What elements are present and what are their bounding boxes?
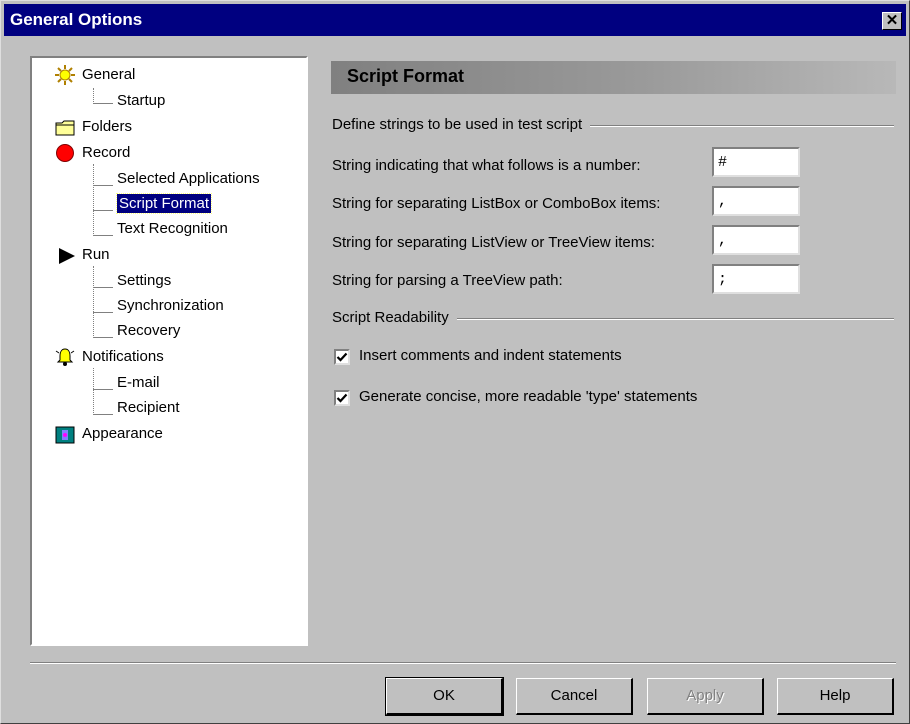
record-icon (55, 143, 75, 163)
tree-item-label: Synchronization (117, 297, 224, 314)
tree-connector (93, 164, 94, 236)
tree-item-label: Recipient (117, 399, 180, 416)
tree-item-label: Record (82, 144, 131, 161)
cancel-button-label: Cancel (550, 687, 598, 704)
tree-item-label: Folders (82, 118, 133, 135)
bottom-separator (30, 662, 896, 664)
cancel-button[interactable]: Cancel (516, 678, 633, 715)
appearance-icon (55, 425, 75, 445)
insert-comments-label: Insert comments and indent statements (359, 347, 622, 364)
tree-item-startup[interactable]: Startup (117, 90, 165, 112)
close-icon: ✕ (885, 12, 899, 29)
panel-header: Script Format (331, 61, 896, 94)
tree-connector (93, 368, 94, 415)
tree-item-folders[interactable]: Folders (55, 116, 132, 138)
apply-button[interactable]: Apply (647, 678, 764, 715)
concise-type-checkbox[interactable] (334, 390, 350, 406)
tree-connector (93, 103, 113, 104)
concise-type-checkbox-row[interactable]: Generate concise, more readable 'type' s… (334, 388, 774, 410)
tree-item-synchronization[interactable]: Synchronization (117, 295, 224, 317)
tree-item-run[interactable]: Run (55, 244, 110, 266)
options-tree[interactable]: General Startup Folders Record Selected … (30, 56, 308, 646)
concise-type-label: Generate concise, more readable 'type' s… (359, 388, 698, 405)
tree-connector (93, 414, 113, 415)
treeview-path-input[interactable] (712, 264, 800, 294)
tree-connector (93, 235, 113, 236)
apply-button-label: Apply (686, 687, 724, 704)
tree-item-label: Recovery (117, 322, 181, 339)
insert-comments-checkbox-row[interactable]: Insert comments and indent statements (334, 347, 734, 369)
section-script-readability: Script Readability (332, 309, 457, 326)
tree-item-selected-applications[interactable]: Selected Applications (117, 168, 260, 190)
tree-item-recipient[interactable]: Recipient (117, 397, 180, 419)
close-button[interactable]: ✕ (882, 12, 902, 30)
insert-comments-checkbox[interactable] (334, 349, 350, 365)
ok-button-label: OK (433, 687, 455, 704)
tree-item-script-format[interactable]: Script Format (115, 193, 213, 215)
tree-item-label: Settings (117, 272, 172, 289)
tree-connector (93, 88, 94, 104)
tree-item-settings[interactable]: Settings (117, 270, 171, 292)
treeview-path-label: String for parsing a TreeView path: (332, 272, 563, 289)
tree-connector (93, 337, 113, 338)
tree-item-label: Startup (117, 92, 166, 109)
tree-item-label: Appearance (82, 425, 163, 442)
tree-item-label: Script Format (115, 193, 213, 214)
folder-icon (55, 118, 75, 138)
tree-connector (93, 287, 113, 288)
tree-item-label: General (82, 66, 136, 83)
tree-item-appearance[interactable]: Appearance (55, 423, 163, 445)
section-define-strings: Define strings to be used in test script (332, 116, 591, 133)
checkmark-icon (336, 352, 348, 362)
play-icon (57, 246, 77, 266)
tree-item-general[interactable]: General (55, 64, 135, 86)
ok-button[interactable]: OK (385, 677, 504, 716)
listbox-separator-label: String for separating ListBox or ComboBo… (332, 195, 661, 212)
tree-item-recovery[interactable]: Recovery (117, 320, 180, 342)
tree-item-label: Selected Applications (117, 170, 260, 187)
number-string-input[interactable] (712, 147, 800, 177)
tree-connector (93, 185, 113, 186)
tree-item-label: E-mail (117, 374, 160, 391)
window-title: General Options (10, 10, 143, 29)
panel-title: Script Format (347, 66, 465, 86)
tree-item-text-recognition[interactable]: Text Recognition (117, 218, 228, 240)
number-string-label: String indicating that what follows is a… (332, 157, 641, 174)
tree-connector (93, 389, 113, 390)
tree-item-label: Notifications (82, 348, 164, 365)
checkmark-icon (336, 393, 348, 403)
title-bar: General Options ✕ (4, 4, 906, 36)
listview-separator-label: String for separating ListView or TreeVi… (332, 234, 655, 251)
tree-item-email[interactable]: E-mail (117, 372, 160, 394)
tree-item-label: Text Recognition (117, 220, 228, 237)
bell-icon (55, 347, 75, 367)
tree-item-notifications[interactable]: Notifications (55, 346, 164, 368)
tree-connector (93, 312, 113, 313)
listview-separator-input[interactable] (712, 225, 800, 255)
tree-connector (93, 210, 113, 211)
tree-connector (93, 266, 94, 338)
help-button-label: Help (819, 687, 851, 704)
sun-icon (55, 65, 75, 85)
listbox-separator-input[interactable] (712, 186, 800, 216)
help-button[interactable]: Help (777, 678, 894, 715)
tree-item-label: Run (82, 246, 110, 263)
general-options-dialog: General Options ✕ General Startup Folder… (0, 0, 910, 724)
tree-item-record[interactable]: Record (55, 142, 130, 164)
